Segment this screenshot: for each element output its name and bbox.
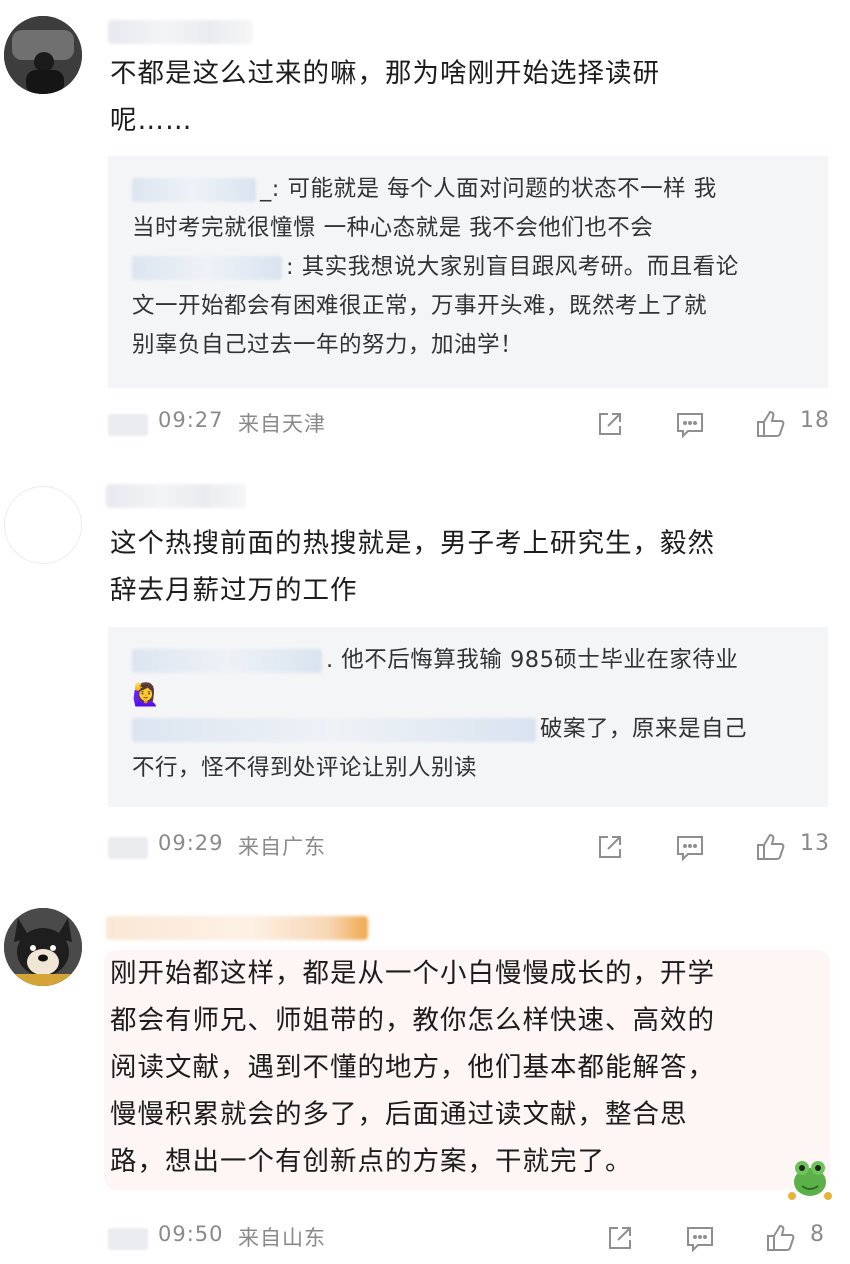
reply-username[interactable] (132, 717, 536, 742)
avatar[interactable] (4, 16, 82, 94)
reply-thread[interactable]: . 他不后悔算我输 985硕士毕业在家待业 🙋‍♀️ 破案了，原来是自己 不行，… (108, 627, 828, 807)
like-icon[interactable] (764, 1222, 796, 1254)
comment-icon[interactable] (684, 1222, 716, 1254)
comment-meta: 09:29 来自广东 13 (108, 827, 830, 867)
reply-line: 别辜负自己过去一年的努力，加油学！ (132, 332, 524, 358)
comment-line: 辞去月薪过万的工作 (110, 575, 358, 606)
comment-text: 不都是这么过来的嘛，那为啥刚开始选择读研 呢…… (110, 50, 820, 144)
share-icon[interactable] (604, 1222, 636, 1254)
like-icon[interactable] (754, 408, 786, 440)
reply-line: 当时考完就很憧憬 一种心态就是 我不会他们也不会 (132, 215, 654, 241)
comment-icon[interactable] (674, 408, 706, 440)
reply-username[interactable] (132, 648, 322, 673)
comment-meta: 09:27 来自天津 18 (108, 404, 830, 444)
meta-blur (108, 837, 148, 859)
reply-line: 不行，怪不得到处评论让别人别读 (132, 755, 478, 781)
reply-username[interactable] (132, 255, 282, 280)
frog-sticker-icon (788, 1161, 832, 1200)
share-icon[interactable] (594, 831, 626, 863)
reply[interactable]: _: 可能就是 每个人面对问题的状态不一样 我 (132, 170, 806, 209)
comment-text: 刚开始都这样，都是从一个小白慢慢成长的，开学 都会有师兄、师姐带的，教你怎么样快… (110, 950, 830, 1185)
reply-username[interactable] (132, 177, 256, 202)
location: 来自山东 (238, 1226, 326, 1250)
comment-line: 路，想出一个有创新点的方案，干就完了。 (110, 1146, 633, 1177)
comment-line: 呢…… (110, 105, 193, 136)
comment-icon[interactable] (674, 831, 706, 863)
like-count: 8 (810, 1222, 825, 1247)
like-count: 13 (800, 831, 830, 856)
location: 来自广东 (238, 835, 326, 859)
username[interactable] (106, 916, 368, 940)
timestamp: 09:50 (158, 1222, 224, 1246)
comment-line: 刚开始都这样，都是从一个小白慢慢成长的，开学 (110, 958, 715, 989)
share-icon[interactable] (594, 408, 626, 440)
reply[interactable]: . 他不后悔算我输 985硕士毕业在家待业 (132, 641, 806, 680)
like-icon[interactable] (754, 831, 786, 863)
timestamp: 09:27 (158, 408, 224, 432)
location: 来自天津 (238, 412, 326, 436)
username[interactable] (106, 484, 246, 508)
reply[interactable]: 破案了，原来是自己 (132, 710, 806, 749)
reply-thread[interactable]: _: 可能就是 每个人面对问题的状态不一样 我 当时考完就很憧憬 一种心态就是 … (108, 156, 828, 388)
comment-line: 不都是这么过来的嘛，那为啥刚开始选择读研 (110, 58, 660, 89)
meta-blur (108, 414, 148, 436)
meta-blur (108, 1228, 148, 1250)
comment-line: 阅读文献，遇到不懂的地方，他们基本都能解答， (110, 1052, 715, 1083)
comment-line: 这个热搜前面的热搜就是，男子考上研究生，毅然 (110, 528, 715, 559)
comment-text: 这个热搜前面的热搜就是，男子考上研究生，毅然 辞去月薪过万的工作 (110, 520, 820, 614)
timestamp: 09:29 (158, 831, 224, 855)
comment-line: 慢慢积累就会的多了，后面通过读文献，整合思 (110, 1099, 688, 1130)
avatar[interactable] (4, 486, 82, 564)
reply-line: 文一开始都会有困难很正常，万事开头难，既然考上了就 (132, 293, 708, 319)
comment-line: 都会有师兄、师姐带的，教你怎么样快速、高效的 (110, 1005, 715, 1036)
reply: 🙋‍♀️ (132, 680, 806, 710)
raising-hand-emoji-icon: 🙋‍♀️ (132, 683, 160, 708)
like-count: 18 (800, 408, 830, 433)
avatar[interactable] (4, 908, 82, 986)
reply[interactable]: : 其实我想说大家别盲目跟风考研。而且看论 (132, 248, 806, 287)
username[interactable] (108, 20, 253, 44)
comment-meta: 09:50 来自山东 8 (108, 1218, 828, 1258)
